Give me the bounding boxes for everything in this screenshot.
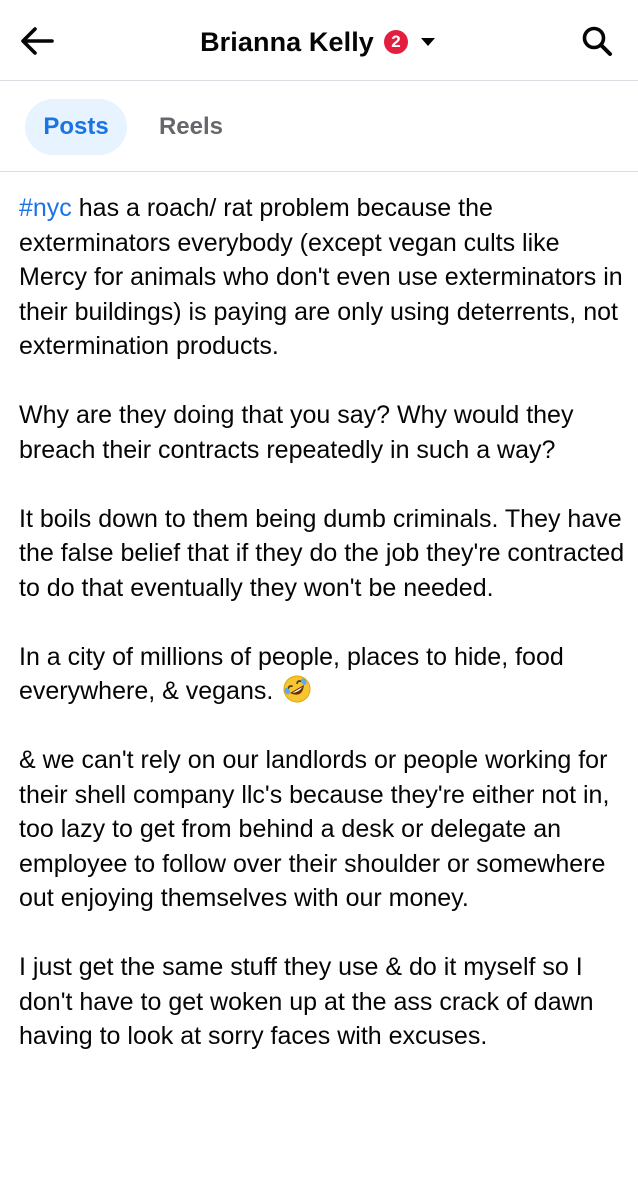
profile-title-group[interactable]: Brianna Kelly 2 <box>0 22 638 62</box>
rolling-on-floor-laughing-emoji <box>283 675 311 703</box>
post-paragraph: & we can't rely on our landlords or peop… <box>19 746 610 912</box>
caret-down-icon <box>420 38 435 46</box>
search-button[interactable] <box>574 18 620 64</box>
post-paragraph: Why are they doing that you say? Why wou… <box>19 401 574 464</box>
post-text: has a roach/ rat problem because the ext… <box>19 194 623 360</box>
post-body: #nyc has a roach/ rat problem because th… <box>19 191 629 1088</box>
profile-tabs: Posts Reels <box>0 81 638 172</box>
tab-reels[interactable]: Reels <box>140 99 242 155</box>
profile-name: Brianna Kelly <box>200 26 374 57</box>
dropdown-button[interactable] <box>418 32 438 52</box>
top-bar: Brianna Kelly 2 <box>0 0 638 81</box>
post-paragraph: I just get the same stuff they use & do … <box>19 953 594 1050</box>
notification-badge: 2 <box>383 30 408 54</box>
search-icon <box>582 26 612 56</box>
hashtag-link[interactable]: #nyc <box>19 194 72 222</box>
post-paragraph: #nyc has a roach/ rat problem because th… <box>19 191 629 364</box>
tab-posts[interactable]: Posts <box>25 99 127 155</box>
post-paragraph: In a city of millions of people, places … <box>19 640 629 709</box>
post-paragraph: It boils down to them being dumb crimina… <box>19 504 625 602</box>
